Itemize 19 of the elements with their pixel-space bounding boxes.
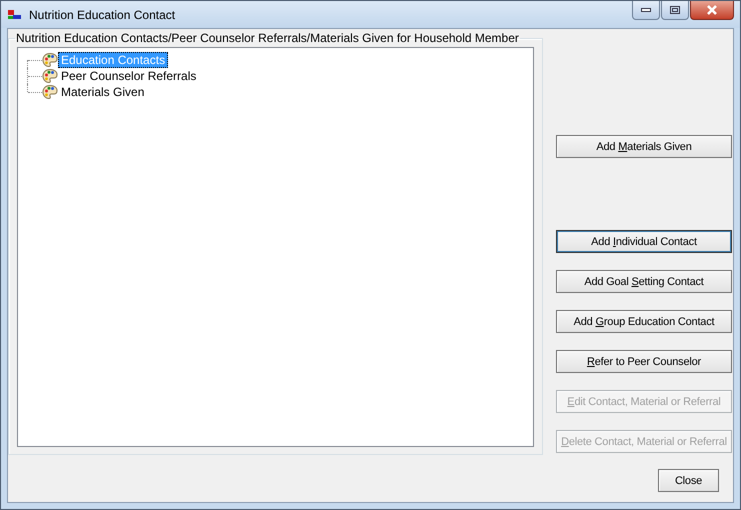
tree-item[interactable]: Materials Given <box>58 84 148 100</box>
close-button[interactable] <box>690 1 734 20</box>
palette-icon <box>42 52 58 68</box>
maximize-icon <box>670 6 680 14</box>
group-title: Nutrition Education Contacts/Peer Counselor Referrals/Materials Given for Household Member <box>15 31 520 45</box>
add-materials-button[interactable]: Add Materials Given <box>556 135 732 158</box>
palette-icon <box>42 84 58 100</box>
tree-item[interactable]: Peer Counselor Referrals <box>58 68 200 84</box>
minimize-icon <box>641 8 651 12</box>
window-title: Nutrition Education Contact <box>29 8 176 22</box>
maximize-button[interactable] <box>661 1 689 20</box>
minimize-button[interactable] <box>632 1 660 20</box>
close-dialog-button[interactable]: Close <box>658 469 719 492</box>
add-group-education-button[interactable]: Add Group Education Contact <box>556 310 732 333</box>
refer-peer-counselor-button[interactable]: Refer to Peer Counselor <box>556 350 732 373</box>
add-individual-contact-button[interactable]: Add Individual Contact <box>556 230 732 253</box>
add-goal-setting-button[interactable]: Add Goal Setting Contact <box>556 270 732 293</box>
close-icon <box>706 5 718 15</box>
palette-icon <box>42 68 58 84</box>
